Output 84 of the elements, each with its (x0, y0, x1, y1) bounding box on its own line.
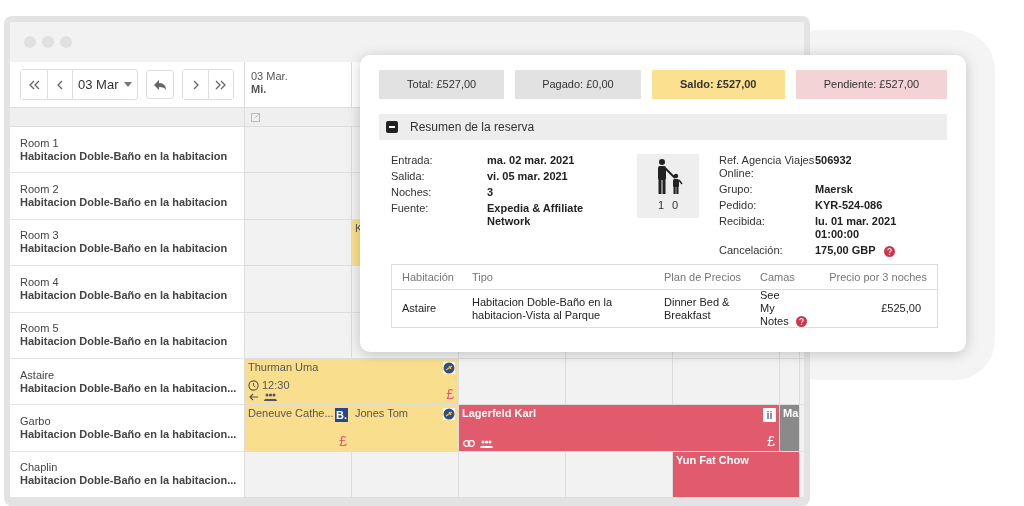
detail-value: ma. 02 mar. 2021 (487, 154, 576, 167)
guest-name: Thurman Uma (248, 360, 319, 375)
room-type: Habitacion Doble-Baño en la habitacion (20, 335, 229, 349)
room-type: Habitacion Doble-Baño en la habitacion (20, 242, 229, 256)
child-count: 0 (672, 197, 679, 213)
booking-bar[interactable]: Ma (780, 405, 800, 451)
column-header: Plan de Precios (664, 269, 743, 285)
guest-name: Deneuve Cathe... (248, 407, 334, 422)
room-name: Room 4 (20, 275, 60, 289)
booking-bar[interactable]: Deneuve Cathe... B. £ (245, 405, 352, 451)
globe-plane-icon (443, 408, 455, 421)
group-icon (480, 439, 493, 448)
table-cell: Habitacion Doble-Baño en la habitacion-Vista al Parque (472, 295, 613, 321)
help-icon[interactable] (796, 316, 807, 327)
total-chip: Saldo: £527,00 (651, 70, 785, 99)
total-chip: Pendiente: £527,00 (795, 70, 947, 99)
room-type: Habitacion Doble-Baño en la habitacion... (20, 428, 238, 442)
room-name: Chaplin (20, 461, 59, 475)
detail-label: Cancelación: (719, 244, 784, 257)
room-type: Habitacion Doble-Baño en la habitacion (20, 288, 229, 302)
column-header: Tipo (472, 269, 494, 285)
detail-label: Ref. Agencia Viajes Online: (719, 154, 815, 180)
table-cell-text: See My Notes (760, 289, 790, 328)
pound-sign: £ (767, 432, 775, 449)
arrow-left-icon (249, 393, 259, 402)
detail-value: 3 (487, 186, 495, 199)
source-badge: B. (335, 408, 348, 423)
guest-name: Yun Fat Chow (676, 453, 749, 468)
help-icon[interactable] (883, 246, 895, 257)
detail-label: Entrada: (391, 154, 434, 167)
total-chip: Total: £527,00 (379, 70, 505, 99)
room-name: Room 2 (20, 183, 60, 197)
detail-label: Pedido: (719, 199, 758, 212)
column-day: Mi. (251, 83, 351, 96)
table-cell: Dinner Bed & Breakfast (664, 295, 730, 321)
room-name: Astaire (20, 368, 56, 382)
room-name: Garbo (20, 415, 52, 429)
source-badge: ii (763, 408, 776, 423)
booking-bar[interactable]: Jones Tom (352, 405, 459, 451)
room-type: Habitacion Doble-Baño en la habitacion... (20, 474, 238, 488)
detail-label: Grupo: (719, 183, 754, 196)
adult-count: 1 (657, 197, 664, 213)
table-cell: £525,00 (881, 302, 921, 314)
guest-name: Ma (783, 407, 799, 422)
detail-value: Maersk (815, 183, 853, 196)
nav-button[interactable] (208, 70, 234, 99)
room-type: Habitacion Doble-Baño en la habitacion (20, 196, 229, 210)
booking-bar[interactable]: Thurman Uma 12:30 £ (245, 358, 459, 405)
room-name: Room 5 (20, 322, 60, 336)
detail-value: Expedia & Affiliate Network (487, 202, 585, 228)
nav-button[interactable] (146, 70, 175, 99)
booking-bar[interactable]: Yun Fat Chow (673, 451, 800, 498)
detail-value: 506932 (815, 154, 852, 167)
room-name: Room 1 (20, 136, 60, 150)
booking-time: 12:30 (262, 377, 290, 393)
table-cell: Astaire (402, 302, 437, 314)
globe-plane-icon (443, 361, 455, 374)
detail-value: 175,00 GBP (815, 244, 876, 257)
collapse-toggle[interactable] (386, 121, 398, 133)
column-header: Camas (760, 269, 796, 285)
column-header: Precio por 3 noches (828, 269, 927, 285)
link-icon (463, 440, 475, 448)
guest-name: Jones Tom (355, 407, 408, 422)
booking-bar[interactable]: Lagerfeld Karl ii £ (459, 405, 780, 451)
total-chip: Pagado: £0,00 (515, 70, 641, 99)
detail-value: vi. 05 mar. 2021 (487, 170, 569, 183)
column-date: 03 Mar. (251, 70, 289, 83)
pound-sign: £ (446, 386, 454, 403)
detail-value: lu. 01 mar. 2021 01:00:00 (815, 215, 898, 241)
section-title: Resumen de la reserva (410, 119, 535, 136)
room-type: Habitacion Doble-Baño en la habitacion (20, 149, 229, 163)
caret-icon (124, 82, 133, 87)
pound-sign: £ (339, 432, 347, 449)
column-header: Habitación (402, 269, 455, 285)
detail-label: Fuente: (391, 202, 430, 216)
room-name: Room 3 (20, 229, 60, 243)
detail-label: Salida: (391, 170, 426, 183)
detail-label: Recibida: (719, 215, 766, 229)
detail-value: KYR-524-086 (815, 199, 883, 212)
clock-icon (248, 379, 259, 391)
room-type: Habitacion Doble-Baño en la habitacion... (20, 381, 238, 395)
guest-name: Lagerfeld Karl (462, 407, 536, 422)
group-icon (264, 393, 277, 402)
detail-label: Noches: (391, 186, 433, 199)
